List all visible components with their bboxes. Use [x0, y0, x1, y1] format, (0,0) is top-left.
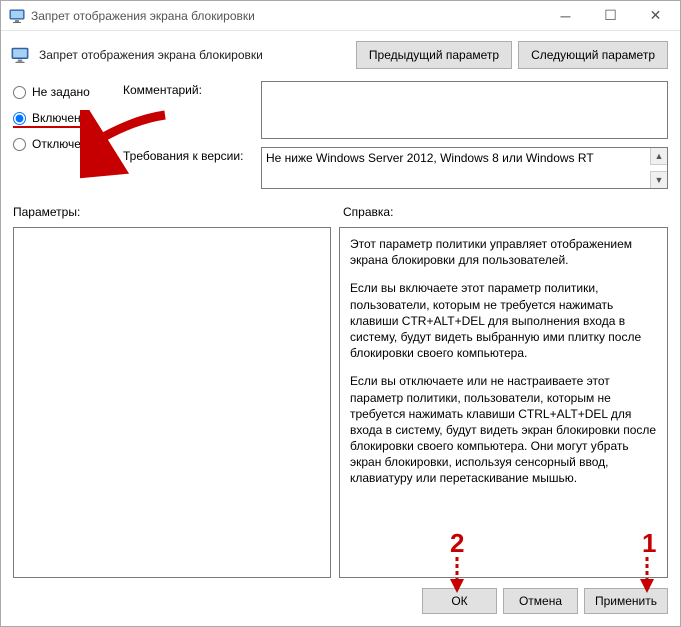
radio-disabled-label: Отключено: [32, 137, 94, 151]
help-text-3: Если вы отключаете или не настраиваете э…: [350, 373, 657, 486]
annotation-underline: [13, 126, 93, 128]
header-row: Запрет отображения экрана блокировки Пре…: [1, 31, 680, 79]
scroll-up-button[interactable]: ▲: [650, 148, 667, 165]
radio-not-configured[interactable]: Не задано: [13, 85, 113, 99]
minimize-button[interactable]: ─: [543, 2, 588, 30]
apply-button[interactable]: Применить: [584, 588, 668, 614]
radio-enabled[interactable]: Включено: [13, 111, 113, 125]
requirements-value: Не ниже Windows Server 2012, Windows 8 и…: [262, 148, 667, 168]
ok-button[interactable]: ОК: [422, 588, 497, 614]
policy-icon: [11, 46, 29, 64]
window-title: Запрет отображения экрана блокировки: [31, 9, 543, 23]
requirements-label: Требования к версии:: [123, 147, 253, 163]
previous-setting-button[interactable]: Предыдущий параметр: [356, 41, 512, 69]
policy-editor-window: Запрет отображения экрана блокировки ─ ☐…: [0, 0, 681, 627]
help-text-2: Если вы включаете этот параметр политики…: [350, 280, 657, 361]
state-radio-group: Не задано Включено Отключено: [13, 81, 113, 189]
radio-enabled-label: Включено: [32, 111, 87, 125]
radio-disabled-input[interactable]: [13, 138, 26, 151]
radio-enabled-input[interactable]: [13, 112, 26, 125]
radio-not-configured-label: Не задано: [32, 85, 90, 99]
radio-not-configured-input[interactable]: [13, 86, 26, 99]
titlebar: Запрет отображения экрана блокировки ─ ☐…: [1, 1, 680, 31]
footer-buttons: ОК Отмена Применить: [1, 578, 680, 626]
comment-label: Комментарий:: [123, 81, 253, 97]
maximize-button[interactable]: ☐: [588, 2, 633, 30]
scroll-down-button[interactable]: ▼: [650, 171, 667, 188]
cancel-button[interactable]: Отмена: [503, 588, 578, 614]
app-icon: [9, 8, 25, 24]
parameters-panel: [13, 227, 331, 578]
next-setting-button[interactable]: Следующий параметр: [518, 41, 668, 69]
close-button[interactable]: ✕: [633, 2, 678, 30]
requirements-box: Не ниже Windows Server 2012, Windows 8 и…: [261, 147, 668, 189]
comment-input[interactable]: [261, 81, 668, 139]
help-panel[interactable]: Этот параметр политики управляет отображ…: [339, 227, 668, 578]
radio-disabled[interactable]: Отключено: [13, 137, 113, 151]
help-text-1: Этот параметр политики управляет отображ…: [350, 236, 657, 268]
policy-title: Запрет отображения экрана блокировки: [39, 48, 346, 62]
parameters-label: Параметры:: [13, 205, 343, 219]
help-label: Справка:: [343, 205, 668, 219]
